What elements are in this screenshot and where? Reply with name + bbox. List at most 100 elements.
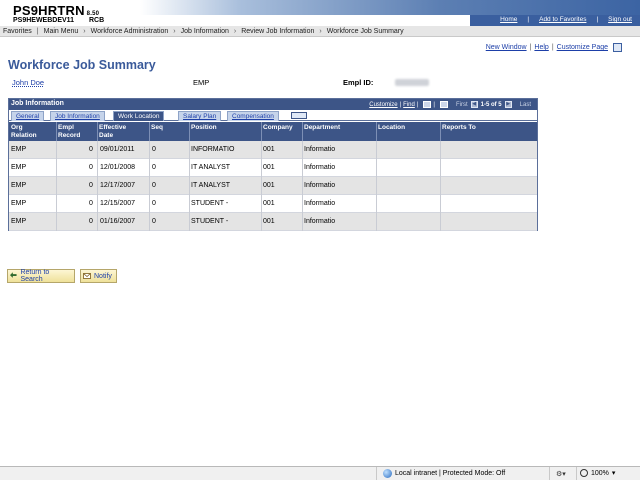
cell-company: 001	[263, 164, 275, 171]
col-effective-date[interactable]: Effective Date	[99, 124, 126, 140]
return-to-search-button[interactable]: Return to Search	[7, 269, 75, 283]
notify-label: Notify	[94, 272, 112, 280]
view-all-icon[interactable]	[423, 101, 432, 108]
separator: |	[399, 101, 402, 108]
col-label: Company	[263, 124, 293, 131]
previous-icon[interactable]: ◀	[470, 101, 478, 108]
cell-dept: Informatio	[304, 218, 336, 225]
sign-out-link[interactable]: Sign out	[608, 16, 632, 23]
col-divider	[189, 122, 190, 141]
cell-company: 001	[263, 146, 275, 153]
grid-title-bar: Job Information Customize | Find | | Fir…	[9, 99, 537, 110]
cell-rec: 0	[89, 146, 93, 153]
cell-divider	[149, 213, 150, 231]
cell-divider	[189, 141, 190, 159]
crumb-favorites[interactable]: Favorites	[3, 28, 32, 35]
cell-divider	[261, 195, 262, 213]
col-reports-to[interactable]: Reports To	[442, 124, 476, 132]
crumb-job-information[interactable]: Job Information	[181, 28, 229, 35]
col-seq[interactable]: Seq	[151, 124, 163, 132]
cell-seq: 0	[152, 164, 156, 171]
cell-position: IT ANALYST	[191, 182, 231, 189]
cell-position: INFORMATIO	[191, 146, 235, 153]
protected-mode-icon[interactable]: ⚙▾	[556, 470, 566, 478]
col-org-relation[interactable]: Org Relation	[11, 124, 37, 140]
col-label: Seq	[151, 124, 163, 131]
col-label: Location	[378, 124, 406, 131]
tab-salary-plan[interactable]: Salary Plan	[178, 111, 222, 121]
crumb-main-menu[interactable]: Main Menu	[44, 28, 79, 35]
page-icon[interactable]	[613, 43, 622, 52]
cell-date: 12/15/2007	[100, 200, 136, 207]
col-position[interactable]: Position	[191, 124, 217, 132]
cell-divider	[149, 159, 150, 177]
cell-divider	[56, 177, 57, 195]
col-department[interactable]: Department	[304, 124, 340, 132]
add-to-favorites-link[interactable]: Add to Favorites	[539, 16, 586, 23]
zoom-level: 100%	[591, 469, 609, 477]
grid-customize-link[interactable]: Customize	[369, 102, 397, 108]
tab-compensation[interactable]: Compensation	[227, 111, 279, 121]
employee-name-link[interactable]: John Doe	[12, 78, 44, 87]
cell-divider	[440, 213, 441, 231]
cell-divider	[149, 177, 150, 195]
col-divider	[97, 122, 98, 141]
status-divider	[549, 467, 550, 480]
cell-divider	[189, 177, 190, 195]
cell-company: 001	[263, 182, 275, 189]
cell-rec: 0	[89, 164, 93, 171]
cell-divider	[56, 213, 57, 231]
crumb-review-job-information[interactable]: Review Job Information	[241, 28, 314, 35]
download-icon[interactable]	[439, 101, 448, 108]
show-all-columns-icon[interactable]	[291, 112, 307, 119]
grid-first[interactable]: First	[456, 102, 468, 108]
cell-divider	[302, 177, 303, 195]
col-company[interactable]: Company	[263, 124, 293, 132]
page-links: New Window | Help | Customize Page	[486, 43, 622, 52]
crumb-workforce-job-summary: Workforce Job Summary	[326, 27, 404, 35]
cell-divider	[261, 159, 262, 177]
cell-divider	[189, 195, 190, 213]
grid-find-link[interactable]: Find	[403, 102, 415, 108]
separator: |	[529, 44, 532, 51]
cell-dept: Informatio	[304, 146, 336, 153]
notify-envelope-icon	[83, 273, 91, 279]
notify-button[interactable]: Notify	[80, 269, 117, 283]
chevron-right-icon: ›	[83, 27, 86, 35]
cell-divider	[189, 213, 190, 231]
page: PS9HRTRN 8.50 PS9HEWEBDEV11 RCB Home | Ad…	[0, 0, 640, 480]
new-window-link[interactable]: New Window	[486, 44, 527, 51]
zoom-control[interactable]: 100% ▾	[580, 469, 615, 477]
col-label: Date	[99, 132, 114, 139]
cell-divider	[149, 195, 150, 213]
grid-tab-row: General Job Information Work Location Sa…	[9, 110, 537, 121]
security-zone[interactable]: Local intranet | Protected Mode: Off	[383, 469, 505, 478]
customize-page-link[interactable]: Customize Page	[557, 44, 608, 51]
col-empl-record[interactable]: Empl Record	[58, 124, 80, 140]
col-location[interactable]: Location	[378, 124, 405, 132]
grid-last[interactable]: Last	[520, 102, 531, 108]
help-link[interactable]: Help	[534, 44, 548, 51]
home-link[interactable]: Home	[500, 16, 517, 23]
cell-divider	[376, 141, 377, 159]
separator: |	[596, 16, 599, 23]
cell-dept: Informatio	[304, 164, 336, 171]
tab-general[interactable]: General	[11, 111, 45, 121]
grid-title: Job Information	[11, 100, 64, 107]
cell-rec: 0	[89, 218, 93, 225]
crumb-workforce-administration[interactable]: Workforce Administration	[91, 28, 169, 35]
tab-job-information[interactable]: Job Information	[50, 111, 105, 121]
next-icon[interactable]: ▶	[504, 101, 512, 108]
emplid-label: Empl ID:	[343, 78, 374, 87]
table-row: EMP 0 01/16/2007 0 STUDENT - 001 Informatio	[9, 213, 537, 231]
col-label: Empl	[58, 124, 74, 131]
cell-divider	[261, 213, 262, 231]
cell-position: IT ANALYST	[191, 164, 231, 171]
cell-divider	[376, 195, 377, 213]
job-information-grid: Job Information Customize | Find | | Fir…	[8, 98, 538, 231]
cell-date: 12/17/2007	[100, 182, 136, 189]
tab-work-location[interactable]: Work Location	[113, 111, 165, 121]
cell-company: 001	[263, 200, 275, 207]
cell-divider	[97, 141, 98, 159]
cell-divider	[302, 159, 303, 177]
